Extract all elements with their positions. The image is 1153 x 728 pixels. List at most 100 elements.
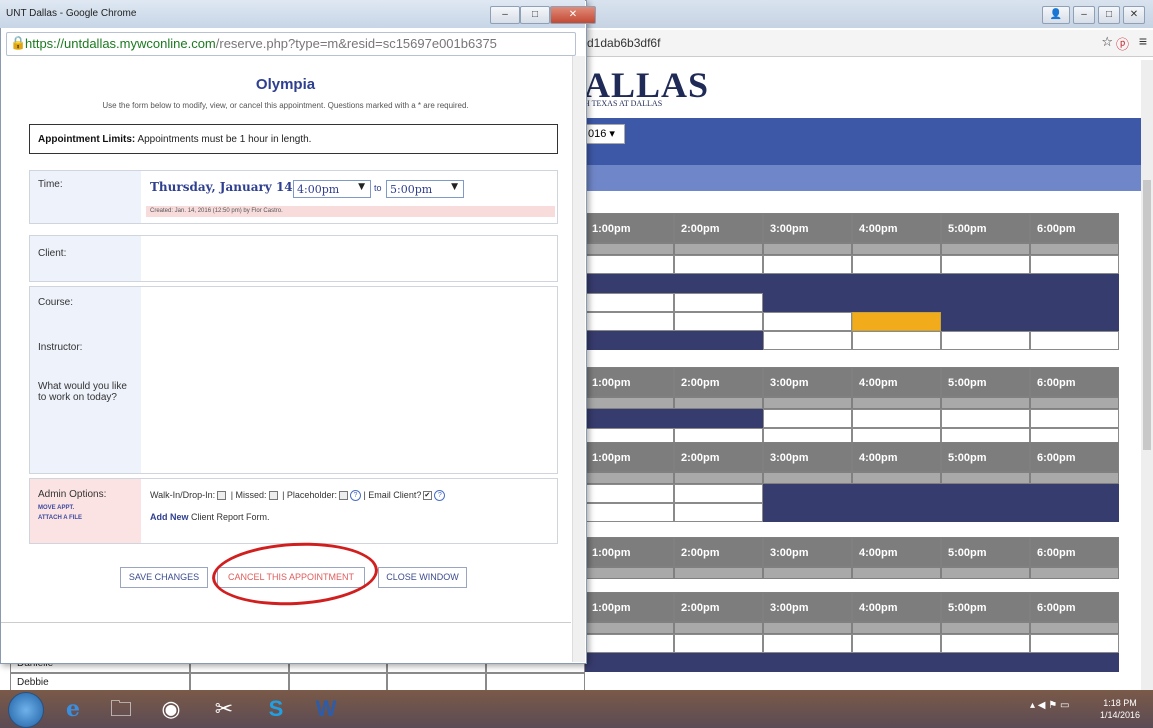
booked-slot[interactable] (852, 293, 941, 312)
booked-slot[interactable] (763, 653, 852, 672)
open-slot[interactable] (585, 484, 674, 503)
taskbar-clock[interactable]: 1:18 PM 1/14/2016 (1100, 697, 1140, 721)
open-slot[interactable] (674, 255, 763, 274)
close-button[interactable]: ✕ (1123, 6, 1145, 24)
close-window-button[interactable]: CLOSE WINDOW (378, 567, 467, 588)
popup-scrollbar[interactable] (572, 56, 585, 662)
snipping-tool-icon[interactable]: ✂ (203, 694, 245, 724)
word-icon[interactable]: W (305, 694, 347, 724)
booked-slot[interactable] (941, 503, 1030, 522)
open-slot[interactable] (763, 255, 852, 274)
booked-slot[interactable] (852, 503, 941, 522)
open-slot[interactable] (674, 503, 763, 522)
minimize-button[interactable]: – (1073, 6, 1095, 24)
open-slot[interactable] (674, 484, 763, 503)
open-slot[interactable] (852, 255, 941, 274)
booked-slot[interactable] (1030, 653, 1119, 672)
help-icon[interactable]: ? (349, 490, 361, 502)
booked-slot[interactable] (674, 653, 763, 672)
open-slot[interactable] (674, 293, 763, 312)
booked-slot[interactable] (1030, 503, 1119, 522)
course-label: Course: (38, 297, 74, 308)
page-scrollbar-thumb[interactable] (1143, 180, 1151, 450)
add-new-link[interactable]: Add New (150, 512, 189, 522)
open-slot[interactable] (1030, 255, 1119, 274)
open-slot[interactable] (763, 331, 852, 350)
booked-slot[interactable] (763, 484, 852, 503)
open-slot[interactable] (674, 634, 763, 653)
open-slot[interactable] (852, 634, 941, 653)
walk-in-checkbox[interactable] (217, 491, 227, 501)
schedule-row (585, 331, 1130, 350)
open-slot[interactable] (852, 409, 941, 428)
missed-checkbox[interactable] (268, 491, 278, 501)
booked-slot[interactable] (585, 331, 674, 350)
attach-file-link[interactable]: ATTACH A FILE (38, 513, 82, 523)
open-slot[interactable] (763, 312, 852, 331)
save-changes-button[interactable]: SAVE CHANGES (120, 567, 208, 588)
booked-slot[interactable] (941, 653, 1030, 672)
open-slot[interactable] (1030, 409, 1119, 428)
maximize-button[interactable]: □ (1098, 6, 1120, 24)
open-slot[interactable] (763, 634, 852, 653)
booked-slot[interactable] (763, 274, 852, 293)
open-slot[interactable] (941, 255, 1030, 274)
open-slot[interactable] (1030, 331, 1119, 350)
booked-slot[interactable] (585, 409, 674, 428)
chrome-icon[interactable]: ◉ (150, 694, 192, 724)
booked-slot[interactable] (585, 653, 674, 672)
booked-slot[interactable] (674, 409, 763, 428)
file-explorer-icon[interactable]: 🗀 (100, 694, 142, 724)
open-slot[interactable] (852, 331, 941, 350)
start-button[interactable] (8, 692, 44, 728)
placeholder-checkbox[interactable] (338, 491, 348, 501)
popup-maximize-button[interactable]: □ (520, 6, 550, 24)
open-slot[interactable] (941, 634, 1030, 653)
booked-slot[interactable] (674, 274, 763, 293)
open-slot[interactable] (674, 312, 763, 331)
end-time-select[interactable]: 5:00pm ▼ (386, 180, 464, 198)
open-slot[interactable] (941, 331, 1030, 350)
booked-slot[interactable] (763, 293, 852, 312)
booked-slot[interactable] (941, 274, 1030, 293)
popup-minimize-button[interactable]: – (490, 6, 520, 24)
background-address-bar[interactable]: d1dab6b3df6f ☆ ⓟ ≡ (585, 30, 1153, 57)
open-slot[interactable] (941, 409, 1030, 428)
booked-slot[interactable] (852, 484, 941, 503)
booked-slot[interactable] (1030, 312, 1119, 331)
booked-slot[interactable] (852, 274, 941, 293)
open-slot[interactable] (763, 409, 852, 428)
start-time-select[interactable]: 4:00pm ▼ (293, 180, 371, 198)
booked-slot[interactable] (585, 274, 674, 293)
popup-close-button[interactable]: ✕ (550, 6, 596, 24)
popup-address-bar[interactable]: 🔒 https://untdallas.mywconline.com/reser… (6, 32, 576, 56)
open-slot[interactable] (585, 312, 674, 331)
booked-slot[interactable] (763, 503, 852, 522)
open-slot[interactable] (585, 255, 674, 274)
booked-slot[interactable] (852, 653, 941, 672)
open-slot[interactable] (1030, 634, 1119, 653)
booked-slot[interactable] (1030, 484, 1119, 503)
menu-icon[interactable]: ≡ (1139, 33, 1147, 49)
booked-slot[interactable] (941, 293, 1030, 312)
star-icon[interactable]: ☆ (1101, 34, 1113, 50)
email-client-checkbox[interactable] (423, 491, 433, 501)
internet-explorer-icon[interactable]: e (52, 694, 94, 724)
user-icon[interactable]: 👤 (1042, 6, 1070, 24)
selected-slot[interactable] (852, 312, 941, 331)
booked-slot[interactable] (941, 484, 1030, 503)
move-appointment-link[interactable]: MOVE APPT. (38, 503, 82, 513)
open-slot[interactable] (585, 503, 674, 522)
pinterest-icon[interactable]: ⓟ (1116, 34, 1129, 53)
date-select[interactable]: 016 ▾ (585, 124, 625, 144)
booked-slot[interactable] (1030, 274, 1119, 293)
open-slot[interactable] (585, 634, 674, 653)
booked-slot[interactable] (674, 331, 763, 350)
help-icon[interactable]: ? (434, 490, 446, 502)
system-tray-icons[interactable]: ▴ ◀ ⚑ ▭ (1030, 700, 1069, 711)
skype-icon[interactable]: S (255, 694, 297, 724)
open-slot[interactable] (585, 293, 674, 312)
booked-slot[interactable] (1030, 293, 1119, 312)
time-subheader-cell (585, 622, 674, 634)
booked-slot[interactable] (941, 312, 1030, 331)
